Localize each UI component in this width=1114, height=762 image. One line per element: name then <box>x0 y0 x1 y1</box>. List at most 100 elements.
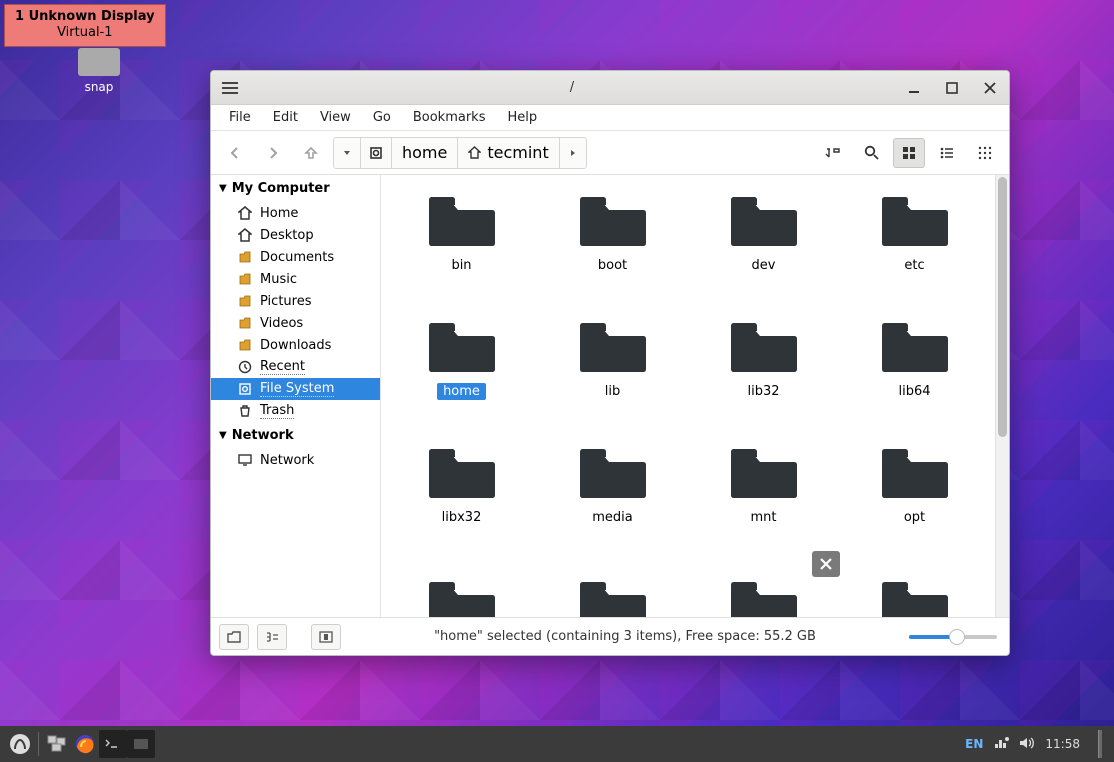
folder-item[interactable] <box>844 567 985 617</box>
close-button[interactable] <box>971 71 1009 105</box>
titlebar[interactable]: / <box>211 71 1009 105</box>
status-text: "home" selected (containing 3 items), Fr… <box>349 629 901 644</box>
maximize-button[interactable] <box>933 71 971 105</box>
close-sidebar-button[interactable] <box>311 624 341 650</box>
back-button[interactable] <box>219 138 251 168</box>
sidebar-item-label: Network <box>260 453 314 468</box>
clock[interactable]: 11:58 <box>1045 737 1080 751</box>
folder-icon <box>577 569 649 617</box>
sidebar-item-file-system[interactable]: File System <box>211 378 380 400</box>
folder-lib64[interactable]: lib64 <box>844 315 985 441</box>
sidebar-item-label: Documents <box>260 250 334 265</box>
folder-label: lib32 <box>741 383 785 400</box>
menu-view[interactable]: View <box>310 107 361 128</box>
folder-bin[interactable]: bin <box>391 189 532 315</box>
folder-etc[interactable]: etc <box>844 189 985 315</box>
folder-opt[interactable]: opt <box>844 441 985 567</box>
desktop-icon-snap[interactable]: snap <box>78 48 120 94</box>
sidebar-item-desktop[interactable]: Desktop <box>211 224 380 246</box>
forward-button[interactable] <box>257 138 289 168</box>
sidebar-item-pictures[interactable]: Pictures <box>211 290 380 312</box>
icon-view-button[interactable] <box>893 138 925 168</box>
doc-icon <box>237 338 252 353</box>
toggle-location-button[interactable] <box>817 138 849 168</box>
zoom-knob[interactable] <box>949 629 965 645</box>
folder-media[interactable]: media <box>542 441 683 567</box>
volume-icon[interactable] <box>1019 736 1035 753</box>
folder-boot[interactable]: boot <box>542 189 683 315</box>
sidebar-item-downloads[interactable]: Downloads <box>211 334 380 356</box>
folder-icon <box>879 569 951 617</box>
up-button[interactable] <box>295 138 327 168</box>
firefox-launcher[interactable] <box>71 730 99 758</box>
zoom-slider[interactable] <box>909 635 997 639</box>
path-root-button[interactable] <box>361 138 392 168</box>
keyboard-layout-indicator[interactable]: EN <box>965 737 983 751</box>
panel-handle[interactable] <box>1098 730 1102 758</box>
network-icon[interactable] <box>993 736 1009 753</box>
path-history-button[interactable] <box>334 138 361 168</box>
menu-file[interactable]: File <box>219 107 261 128</box>
folder-lib32[interactable]: lib32 <box>693 315 834 441</box>
trash-icon <box>237 404 252 419</box>
path-seg-home[interactable]: home <box>392 138 458 168</box>
scrollbar[interactable] <box>995 175 1009 617</box>
disk-icon <box>237 382 252 397</box>
folder-icon <box>879 317 951 375</box>
mate-logo-icon <box>9 733 31 755</box>
folder-icon <box>426 317 498 375</box>
hamburger-menu-button[interactable] <box>211 71 249 104</box>
path-seg-tecmint[interactable]: tecmint <box>458 138 559 168</box>
minimize-button[interactable] <box>895 71 933 105</box>
sidebar-section-my-computer[interactable]: ▼ My Computer <box>211 175 380 202</box>
sidebar-item-recent[interactable]: Recent <box>211 356 380 378</box>
folder-item[interactable] <box>542 567 683 617</box>
menu-help[interactable]: Help <box>497 107 547 128</box>
taskbar-item-file-manager[interactable] <box>127 730 155 758</box>
menubar: File Edit View Go Bookmarks Help <box>211 105 1009 131</box>
folder-lib[interactable]: lib <box>542 315 683 441</box>
search-button[interactable] <box>855 138 887 168</box>
folder-dev[interactable]: dev <box>693 189 834 315</box>
folder-icon <box>577 317 649 375</box>
desktop-icon-label: snap <box>85 80 114 94</box>
folder-mnt[interactable]: mnt <box>693 441 834 567</box>
show-places-button[interactable] <box>219 624 249 650</box>
folder-item[interactable] <box>391 567 532 617</box>
compact-view-button[interactable] <box>969 138 1001 168</box>
sidebar-item-label: Music <box>260 272 297 287</box>
taskbar-item-terminal[interactable] <box>99 730 127 758</box>
folder-label: lib64 <box>892 383 936 400</box>
menu-go[interactable]: Go <box>363 107 401 128</box>
start-menu-button[interactable] <box>6 730 34 758</box>
folder-label: opt <box>898 509 931 526</box>
list-view-button[interactable] <box>931 138 963 168</box>
show-desktop-button[interactable] <box>43 730 71 758</box>
folder-icon <box>728 443 800 501</box>
menu-bookmarks[interactable]: Bookmarks <box>403 107 496 128</box>
sidebar-item-home[interactable]: Home <box>211 202 380 224</box>
popup-close-button[interactable] <box>812 551 840 577</box>
doc-icon <box>237 250 252 265</box>
sidebar-item-music[interactable]: Music <box>211 268 380 290</box>
scrollbar-thumb[interactable] <box>998 177 1007 437</box>
sidebar-item-videos[interactable]: Videos <box>211 312 380 334</box>
sidebar-item-network[interactable]: Network <box>211 449 380 471</box>
folder-libx32[interactable]: libx32 <box>391 441 532 567</box>
doc-icon <box>237 294 252 309</box>
show-tree-button[interactable] <box>257 624 287 650</box>
path-forward-button[interactable] <box>560 138 586 168</box>
statusbar: "home" selected (containing 3 items), Fr… <box>211 617 1009 655</box>
sidebar-section-network[interactable]: ▼ Network <box>211 422 380 449</box>
folder-home[interactable]: home <box>391 315 532 441</box>
sidebar-item-documents[interactable]: Documents <box>211 246 380 268</box>
sidebar-item-trash[interactable]: Trash <box>211 400 380 422</box>
display-notif-line2: Virtual-1 <box>57 25 112 40</box>
menu-edit[interactable]: Edit <box>263 107 308 128</box>
home-icon <box>237 228 252 243</box>
file-grid[interactable]: bin boot dev etc home lib lib32 lib64 li… <box>381 175 995 617</box>
sidebar-item-label: Trash <box>260 403 294 419</box>
folder-icon <box>426 569 498 617</box>
folder-icon <box>426 191 498 249</box>
close-icon <box>819 557 833 571</box>
